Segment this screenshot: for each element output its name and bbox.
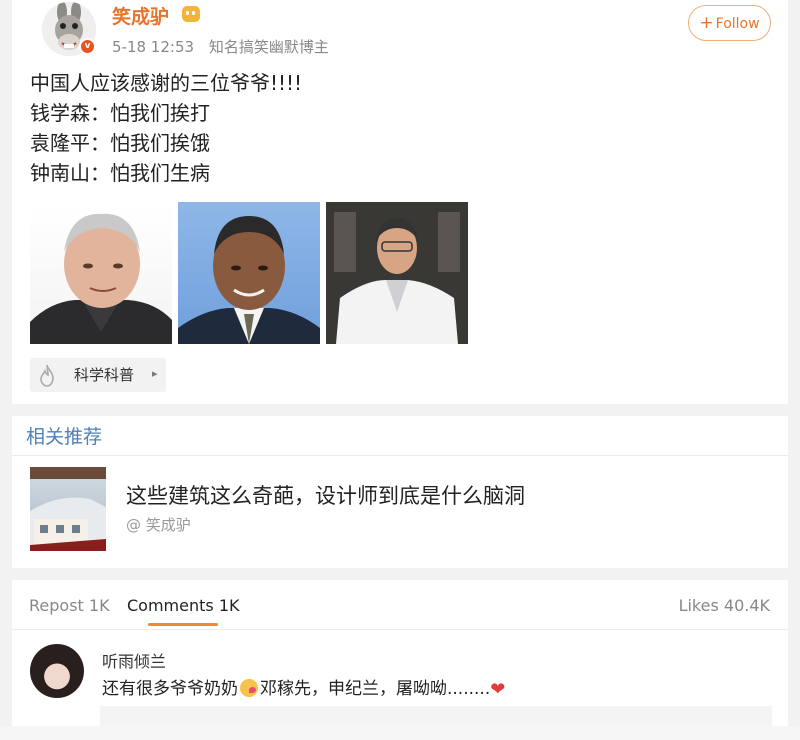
post-line: 钱学森：怕我们挨打: [30, 101, 210, 125]
verified-v-icon: v: [79, 38, 96, 55]
post-card: v 笑成驴 5-18 12:53 知名搞笑幽默博主 + Follow 中国人应该感…: [12, 0, 788, 404]
related-card: 相关推荐 这些建筑这么奇葩，设计师到底是什么脑洞 @ 笑成驴: [12, 416, 788, 568]
active-tab-indicator: [148, 623, 218, 626]
follow-label: Follow: [715, 16, 760, 32]
post-line: 钟南山：怕我们生病: [30, 161, 210, 185]
commenter-avatar[interactable]: [30, 644, 84, 698]
portrait-photo: [178, 216, 320, 344]
heart-emoji-icon: ❤: [490, 679, 506, 700]
follow-button[interactable]: + Follow: [688, 5, 771, 41]
plus-icon: +: [699, 13, 714, 33]
flame-icon: [40, 364, 54, 387]
topic-tag[interactable]: 科学科普 ▸: [30, 358, 166, 392]
commenter-name[interactable]: 听雨倾兰: [102, 648, 166, 672]
related-headline[interactable]: 这些建筑这么奇葩，设计师到底是什么脑洞: [126, 480, 525, 510]
related-thumbnail[interactable]: [30, 467, 106, 551]
comment-text-part: 邓稼先，申纪兰，屠呦呦........: [260, 679, 491, 699]
photo-zhong-nanshan[interactable]: [326, 202, 468, 344]
post-time: 5-18 12:53: [112, 38, 195, 56]
related-author[interactable]: @ 笑成驴: [126, 514, 191, 535]
comment-text-part: 还有很多爷爷奶奶: [102, 679, 238, 699]
photo-yuan-longping[interactable]: [178, 202, 320, 344]
comments-card: Repost 1K Comments 1K Likes 40.4K 听雨倾兰 还…: [12, 580, 788, 740]
tab-repost[interactable]: Repost 1K: [29, 596, 110, 615]
post-line: 袁隆平：怕我们挨饿: [30, 131, 210, 155]
author-description: 知名搞笑幽默博主: [208, 38, 329, 56]
related-title: 相关推荐: [26, 426, 103, 448]
bottom-bar: [0, 726, 800, 740]
comment-text: 还有很多爷爷奶奶 邓稼先，申纪兰，屠呦呦........❤: [102, 674, 505, 700]
portrait-photo: [30, 213, 172, 344]
post-meta: 5-18 12:53 知名搞笑幽默博主: [112, 36, 329, 57]
vip-icon: [182, 6, 200, 22]
tab-comments[interactable]: Comments 1K: [127, 596, 239, 615]
portrait-photo: [326, 202, 468, 344]
post-line: 中国人应该感谢的三位爷爷!!!!: [30, 71, 303, 95]
post-username[interactable]: 笑成驴: [112, 2, 169, 29]
post-text: 中国人应该感谢的三位爷爷!!!! 钱学森：怕我们挨打 袁隆平：怕我们挨饿 钟南山…: [30, 68, 302, 188]
topic-label: 科学科普: [74, 366, 135, 384]
tab-likes[interactable]: Likes 40.4K: [679, 596, 770, 615]
building-photo: [30, 497, 106, 551]
related-header: 相关推荐: [12, 416, 788, 456]
photo-qian-xuesen[interactable]: [30, 202, 172, 344]
chevron-right-icon: ▸: [152, 367, 158, 380]
comment-tabs: Repost 1K Comments 1K Likes 40.4K: [12, 580, 788, 630]
kissing-face-emoji-icon: [240, 679, 258, 697]
